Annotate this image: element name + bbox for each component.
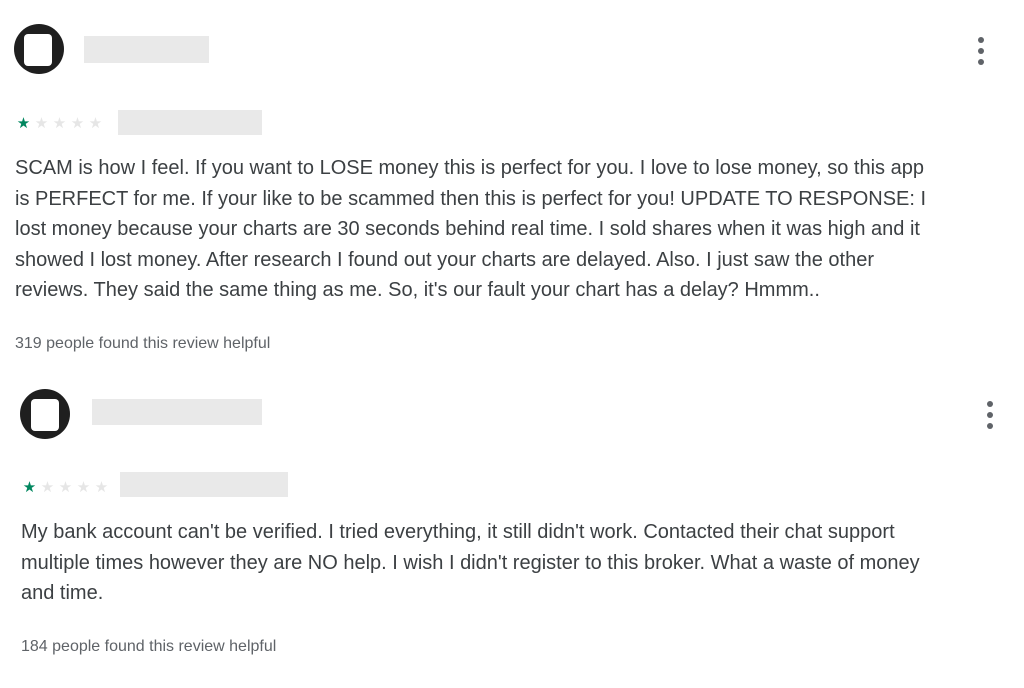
star-empty-icon: ★ — [76, 479, 91, 496]
star-empty-icon: ★ — [58, 479, 73, 496]
reviews-page: ★ ★ ★ ★ ★ SCAM is how I feel. If you want to… — [0, 0, 1024, 688]
more-vert-icon-dot — [987, 423, 993, 429]
star-rating: ★ ★ ★ ★ ★ — [21, 480, 110, 496]
star-rating: ★ ★ ★ ★ ★ — [15, 116, 104, 132]
reviewer-avatar — [20, 389, 70, 439]
star-empty-icon: ★ — [88, 115, 103, 132]
redacted-review-date — [118, 110, 262, 135]
more-vert-icon-dot — [987, 412, 993, 418]
star-empty-icon: ★ — [34, 115, 49, 132]
helpful-count: 319 people found this review helpful — [15, 335, 271, 352]
star-filled-icon: ★ — [16, 115, 31, 132]
redacted-review-date — [120, 472, 288, 497]
star-filled-icon: ★ — [22, 479, 37, 496]
more-vert-icon-dot — [978, 48, 984, 54]
star-empty-icon: ★ — [52, 115, 67, 132]
redacted-reviewer-name — [84, 36, 209, 63]
review-text: My bank account can't be verified. I tri… — [21, 521, 920, 604]
reviewer-avatar — [14, 24, 64, 74]
star-empty-icon: ★ — [40, 479, 55, 496]
more-vert-icon — [987, 401, 993, 407]
redacted-reviewer-name — [92, 399, 262, 425]
star-empty-icon: ★ — [70, 115, 85, 132]
helpful-count: 184 people found this review helpful — [21, 638, 277, 655]
more-options-button[interactable] — [969, 34, 993, 68]
more-vert-icon — [978, 37, 984, 43]
more-options-button[interactable] — [978, 398, 1002, 432]
more-vert-icon-dot — [978, 59, 984, 65]
star-empty-icon: ★ — [94, 479, 109, 496]
review-text: SCAM is how I feel. If you want to LOSE … — [15, 157, 927, 301]
